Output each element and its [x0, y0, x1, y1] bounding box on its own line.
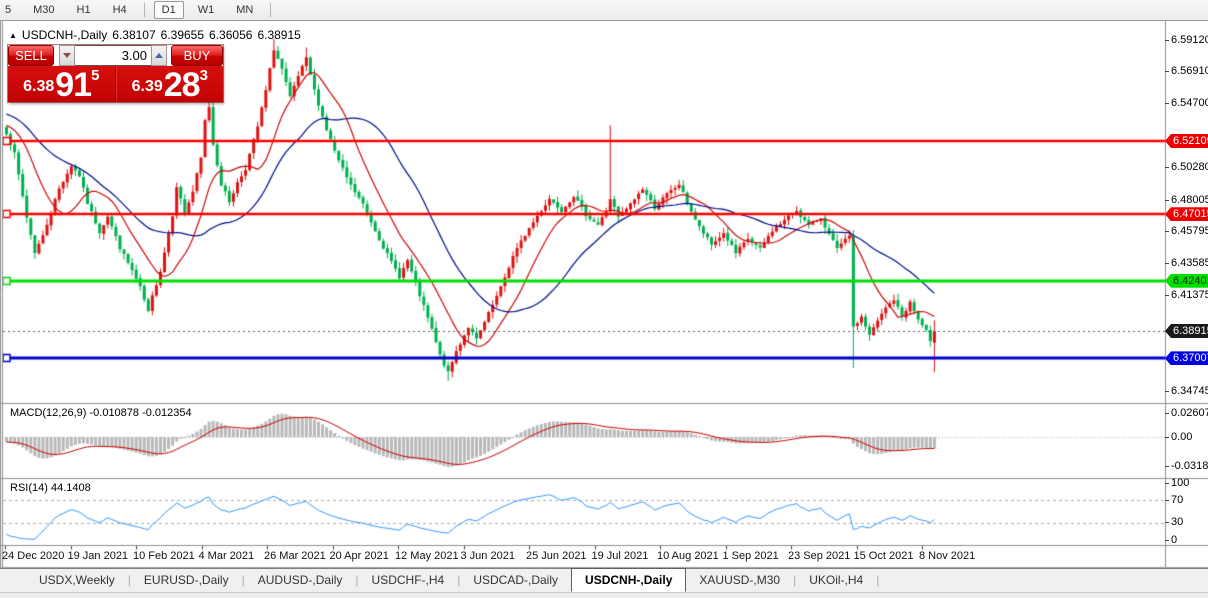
macd-axis-label: -0.03187: [1165, 460, 1208, 473]
rsi-axis-label: 0: [1165, 534, 1208, 547]
date-label: 12 May 2021: [395, 550, 459, 562]
chart-tab-bar: USDX,Weekly | EURUSD-,Daily | AUDUSD-,Daily |…: [0, 568, 1208, 592]
price-axis-label: 6.54700: [1165, 97, 1208, 110]
toolbar-divider: [143, 3, 145, 17]
price-badge: 6.38915: [1165, 323, 1208, 338]
price-badge: 6.47015: [1165, 207, 1208, 222]
trading-terminal-window: 5 M30 H1 H4 D1 W1 MN ▲ USDCNH-,Daily 6.38107 6.39…: [0, 0, 1208, 598]
price-badge: 6.52109: [1165, 133, 1208, 148]
date-label: 4 Mar 2021: [198, 550, 255, 562]
chart-tab-xauusd-m30[interactable]: XAUUSD-,M30: [686, 569, 793, 592]
timeframe-toolbar: 5 M30 H1 H4 D1 W1 MN: [0, 0, 1208, 21]
date-label: 20 Apr 2021: [329, 550, 389, 562]
macd-indicator-label: MACD(12,26,9) -0.010878 -0.012354: [10, 407, 192, 419]
date-label: 25 Jun 2021: [526, 550, 587, 562]
rsi-axis-label: 100: [1165, 477, 1208, 490]
sell-price-big: 91: [55, 66, 92, 104]
chart-tab-usdchf-h4[interactable]: USDCHF-,H4: [359, 569, 458, 592]
date-label: 26 Mar 2021: [264, 550, 326, 562]
triangle-down-icon: [63, 52, 71, 58]
volume-input[interactable]: [75, 45, 151, 66]
volume-stepper: [59, 45, 167, 66]
chart-tab-usdx-weekly[interactable]: USDX,Weekly: [26, 569, 128, 592]
sell-button[interactable]: SELL: [8, 45, 54, 66]
rsi-name: RSI(14): [10, 482, 48, 494]
chart-tab-usdcad-daily[interactable]: USDCAD-,Daily: [460, 569, 571, 592]
buy-button[interactable]: BUY: [171, 45, 223, 66]
price-axis-label: 6.59120: [1165, 34, 1208, 47]
tab-separator: |: [876, 573, 880, 587]
macd-values: -0.010878 -0.012354: [89, 407, 192, 419]
volume-decrease-button[interactable]: [59, 45, 75, 66]
symbol-period-label: USDCNH-,Daily: [21, 28, 108, 42]
price-badge: 6.42401: [1165, 273, 1208, 288]
date-label: 19 Jul 2021: [591, 550, 649, 562]
status-bar: [0, 592, 1208, 598]
date-label: 10 Aug 2021: [657, 550, 719, 562]
date-axis[interactable]: 24 Dec 2020 19 Jan 2021 10 Feb 2021 4 Mar 2…: [0, 550, 1165, 565]
rsi-axis-label: 70: [1165, 494, 1208, 507]
timeframe-button-h1[interactable]: H1: [69, 1, 99, 19]
buy-price-prefix: 6.39: [131, 78, 163, 95]
collapse-triangle-icon[interactable]: ▲: [9, 31, 17, 40]
buy-price-big: 28: [163, 66, 201, 104]
timeframe-button-5[interactable]: 5: [1, 1, 19, 19]
chart-tab-ukoil-h4[interactable]: UKOil-,H4: [796, 569, 876, 592]
date-label: 23 Sep 2021: [788, 550, 851, 562]
price-axis-label: 6.43585: [1165, 257, 1208, 270]
trade-panel-controls: SELL BUY: [8, 45, 223, 66]
macd-axis-label: 0.02607: [1165, 407, 1208, 420]
price-axis-label: 6.45795: [1165, 225, 1208, 238]
buy-price-pip: 3: [199, 67, 208, 84]
price-axis-label: 6.34745: [1165, 385, 1208, 398]
macd-name: MACD(12,26,9): [10, 407, 87, 419]
timeframe-button-h4[interactable]: H4: [105, 1, 135, 19]
timeframe-button-w1[interactable]: W1: [190, 1, 223, 19]
date-label: 10 Feb 2021: [133, 550, 195, 562]
price-axis-label: 6.41375: [1165, 289, 1208, 302]
one-click-trading-panel: SELL BUY 6.38 91 5 6.39 28 3: [8, 45, 223, 102]
timeframe-button-m30[interactable]: M30: [25, 1, 62, 19]
chart-tab-eurusd-daily[interactable]: EURUSD-,Daily: [131, 569, 242, 592]
date-label: 8 Nov 2021: [919, 550, 976, 562]
price-axis-label: 6.56910: [1165, 65, 1208, 78]
date-label: 1 Sep 2021: [722, 550, 779, 562]
date-label: 19 Jan 2021: [67, 550, 129, 562]
triangle-up-icon: [155, 52, 163, 58]
price-badge: 6.37007: [1165, 351, 1208, 366]
chart-tab-usdcnh-daily[interactable]: USDCNH-,Daily: [571, 568, 687, 592]
trade-panel-prices: 6.38 91 5 6.39 28 3: [8, 66, 223, 102]
rsi-indicator-label: RSI(14) 44.1408: [10, 482, 91, 494]
sell-price-prefix: 6.38: [23, 78, 55, 95]
price-axis-label: 6.48005: [1165, 194, 1208, 207]
date-label: 15 Oct 2021: [853, 550, 914, 562]
price-axis-label: 6.50280: [1165, 161, 1208, 174]
chart-tab-audusd-daily[interactable]: AUDUSD-,Daily: [245, 569, 356, 592]
macd-axis-label: 0.00: [1165, 431, 1208, 444]
timeframe-button-d1[interactable]: D1: [153, 1, 184, 19]
date-label: 24 Dec 2020: [2, 550, 65, 562]
close-value: 6.38915: [257, 28, 301, 42]
buy-price[interactable]: 6.39 28 3: [115, 66, 224, 104]
sell-price-pip: 5: [91, 67, 100, 84]
timeframe-button-mn[interactable]: MN: [228, 1, 261, 19]
sell-price[interactable]: 6.38 91 5: [8, 66, 116, 102]
volume-increase-button[interactable]: [151, 45, 167, 66]
chart-title: ▲ USDCNH-,Daily 6.38107 6.39655 6.36056 6.389…: [9, 28, 301, 42]
price-axis[interactable]: 6.59120 6.56910 6.54700 6.50280 6.48005 6.457…: [1165, 21, 1208, 568]
low-value: 6.36056: [209, 28, 253, 42]
rsi-value: 44.1408: [50, 482, 91, 494]
date-label: 3 Jun 2021: [460, 550, 515, 562]
high-value: 6.39655: [160, 28, 205, 42]
toolbar-divider: [270, 3, 272, 17]
open-value: 6.38107: [112, 28, 156, 42]
rsi-axis-label: 30: [1165, 516, 1208, 529]
